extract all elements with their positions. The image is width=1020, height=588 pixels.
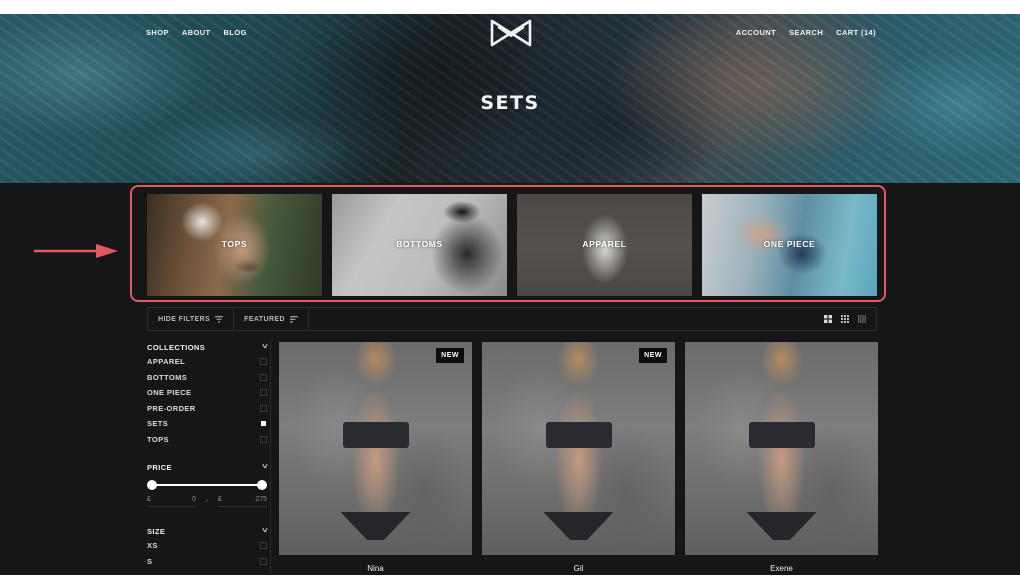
page-bottom-margin (0, 575, 1020, 588)
category-tile-bottoms[interactable]: BOTTOMS (332, 194, 507, 296)
price-inputs: £ 0 - £ 275 (147, 496, 267, 507)
slider-track (152, 484, 262, 486)
checkbox[interactable] (260, 557, 267, 565)
nav-shop[interactable]: SHOP (146, 28, 169, 37)
category-tile-apparel[interactable]: APPAREL (517, 194, 692, 296)
sort-featured-button[interactable]: FEATURED (234, 308, 309, 330)
filter-option-xs[interactable]: XS (147, 538, 267, 554)
slider-max-handle[interactable] (257, 480, 267, 490)
checkbox[interactable] (260, 389, 267, 397)
filter-funnel-icon (215, 315, 224, 322)
collections-title: COLLECTIONS (147, 342, 206, 352)
page-title: SETS (480, 92, 540, 114)
price-min-value: 0 (192, 496, 196, 503)
price-filter-header[interactable]: PRICE ˅ (147, 460, 267, 474)
checkbox-checked[interactable] (261, 421, 266, 427)
slider-min-handle[interactable] (147, 480, 157, 490)
nav-blog[interactable]: BLOG (224, 28, 247, 37)
filter-option-tops[interactable]: TOPS (147, 432, 267, 448)
nav-search[interactable]: SEARCH (789, 28, 823, 37)
price-max-input[interactable]: £ 275 (218, 496, 267, 507)
category-label: ONE PIECE (763, 239, 816, 249)
category-label: APPAREL (582, 239, 627, 249)
chevron-down-icon: ˅ (261, 463, 268, 471)
price-title: PRICE (147, 462, 172, 472)
filter-option-s[interactable]: S (147, 554, 267, 570)
sidebar-divider (270, 340, 271, 575)
bowtie-logo-icon[interactable] (489, 18, 533, 48)
filter-option-sets[interactable]: SETS (147, 416, 267, 432)
new-badge: NEW (436, 348, 464, 363)
filter-option-apparel[interactable]: APPAREL (147, 354, 267, 370)
category-label: TOPS (221, 239, 248, 249)
filters-sidebar: COLLECTIONS ˅ APPAREL BOTTOMS ONE PIECE … (147, 340, 267, 569)
nav-cart[interactable]: CART (14) (836, 28, 876, 37)
product-name[interactable]: Exene (685, 564, 878, 573)
product-image[interactable] (685, 342, 878, 555)
filter-option-label: S (147, 556, 153, 566)
product-card[interactable]: Exene (685, 342, 878, 573)
price-separator: - (205, 498, 209, 505)
checkbox[interactable] (260, 404, 267, 412)
checkbox[interactable] (260, 435, 267, 443)
sort-label: FEATURED (244, 315, 285, 323)
product-grid: NEW Nina NEW Gil Exene (279, 342, 878, 573)
price-range-slider[interactable] (147, 476, 267, 494)
collections-filter-header[interactable]: COLLECTIONS ˅ (147, 340, 267, 354)
page: SHOP ABOUT BLOG ACCOUNT SEARCH CART (14)… (0, 14, 1020, 575)
filter-option-pre-order[interactable]: PRE-ORDER (147, 401, 267, 417)
hide-filters-label: HIDE FILTERS (158, 315, 211, 323)
chevron-down-icon: ˅ (261, 343, 268, 351)
filter-option-one-piece[interactable]: ONE PIECE (147, 385, 267, 401)
product-image[interactable]: NEW (279, 342, 472, 555)
product-name[interactable]: Gil (482, 564, 675, 573)
nav-about[interactable]: ABOUT (182, 28, 211, 37)
filter-option-label: SETS (147, 419, 169, 429)
checkbox[interactable] (260, 373, 267, 381)
hide-filters-button[interactable]: HIDE FILTERS (148, 308, 235, 330)
currency-symbol: £ (147, 496, 151, 503)
checkbox[interactable] (260, 358, 267, 366)
category-tile-one-piece[interactable]: ONE PIECE (702, 194, 877, 296)
category-label: BOTTOMS (396, 239, 443, 249)
grid-4-icon[interactable] (858, 315, 866, 323)
price-min-input[interactable]: £ 0 (147, 496, 196, 507)
category-tiles: TOPS BOTTOMS APPAREL ONE PIECE (147, 194, 877, 296)
filter-option-label: XS (147, 541, 158, 551)
filter-option-label: BOTTOMS (147, 372, 188, 382)
account-nav: ACCOUNT SEARCH CART (14) (723, 28, 876, 37)
currency-symbol: £ (218, 496, 222, 503)
chevron-down-icon: ˅ (261, 527, 268, 535)
checkbox[interactable] (260, 542, 267, 550)
filter-option-label: PRE-ORDER (147, 403, 196, 413)
filter-toolbar: HIDE FILTERS FEATURED (147, 307, 877, 331)
product-card[interactable]: NEW Gil (482, 342, 675, 573)
filter-option-label: TOPS (147, 434, 169, 444)
grid-3-icon[interactable] (841, 315, 849, 323)
product-image[interactable]: NEW (482, 342, 675, 555)
primary-nav: SHOP ABOUT BLOG (146, 28, 260, 37)
sort-lines-icon (289, 315, 298, 322)
grid-2-icon[interactable] (824, 315, 832, 323)
size-filter-header[interactable]: SIZE ˅ (147, 524, 267, 538)
product-name[interactable]: Nina (279, 564, 472, 573)
size-title: SIZE (147, 526, 166, 536)
nav-account[interactable]: ACCOUNT (736, 28, 776, 37)
view-switcher (824, 315, 876, 323)
filter-option-label: APPAREL (147, 357, 186, 367)
right-arrow-icon (34, 244, 118, 258)
filter-option-bottoms[interactable]: BOTTOMS (147, 370, 267, 386)
hero-banner: SHOP ABOUT BLOG ACCOUNT SEARCH CART (14)… (0, 14, 1020, 183)
category-tile-tops[interactable]: TOPS (147, 194, 322, 296)
filter-option-label: ONE PIECE (147, 388, 192, 398)
product-card[interactable]: NEW Nina (279, 342, 472, 573)
price-max-value: 275 (255, 496, 267, 503)
new-badge: NEW (639, 348, 667, 363)
